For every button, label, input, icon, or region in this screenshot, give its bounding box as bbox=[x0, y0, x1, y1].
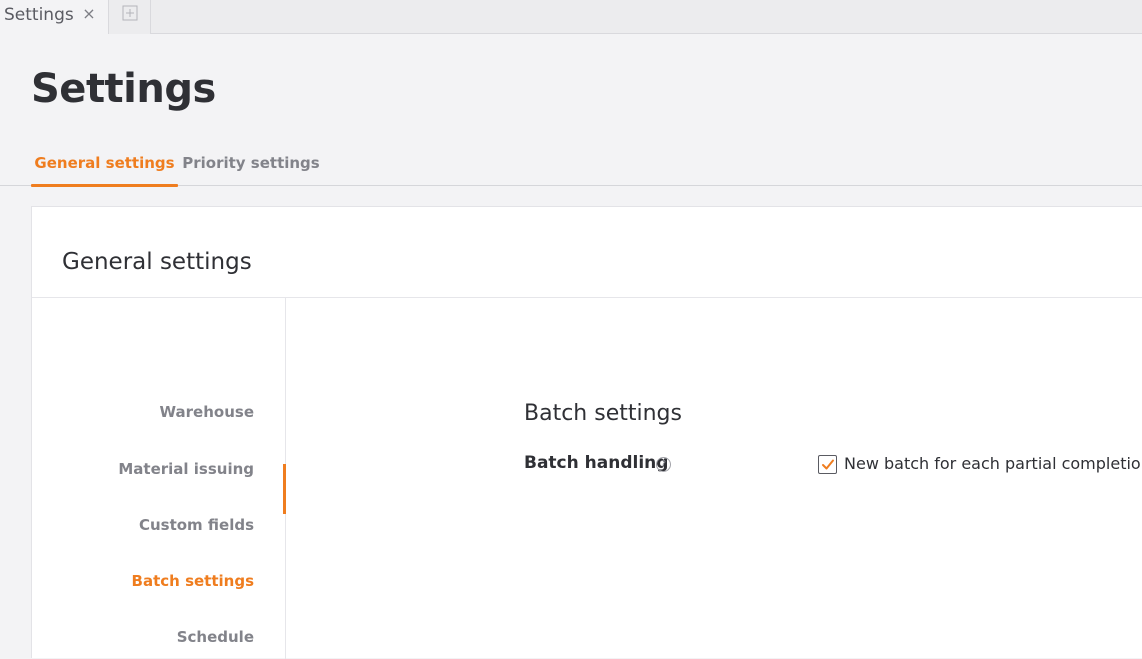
batch-handling-label: Batch handling bbox=[524, 453, 669, 473]
new-batch-checkbox[interactable] bbox=[818, 455, 837, 474]
side-nav-item-batch-settings[interactable]: Batch settings bbox=[132, 569, 254, 593]
section-title: Batch settings bbox=[524, 401, 682, 426]
side-nav-item-schedule[interactable]: Schedule bbox=[177, 625, 254, 649]
settings-tab-bar: General settings Priority settings bbox=[0, 140, 1142, 187]
document-tab-label: Settings bbox=[4, 5, 74, 25]
new-tab-icon bbox=[122, 5, 138, 21]
side-nav-item-material-issuing[interactable]: Material issuing bbox=[118, 457, 254, 481]
general-settings-card: General settings Warehouse Material issu… bbox=[31, 206, 1142, 659]
side-nav-item-custom-fields[interactable]: Custom fields bbox=[139, 513, 254, 537]
help-icon[interactable]: ? bbox=[656, 457, 671, 472]
card-title: General settings bbox=[62, 249, 252, 275]
checkmark-icon bbox=[822, 459, 834, 470]
new-tab-button[interactable] bbox=[109, 0, 151, 34]
new-batch-checkbox-label[interactable]: New batch for each partial completion bbox=[844, 454, 1142, 473]
tab-general-settings[interactable]: General settings bbox=[31, 140, 178, 187]
close-icon[interactable]: × bbox=[80, 4, 98, 24]
window-tab-strip: Settings × bbox=[0, 0, 1142, 34]
settings-document-tab[interactable]: Settings × bbox=[0, 0, 109, 34]
settings-side-nav: Warehouse Material issuing Custom fields… bbox=[32, 298, 286, 659]
page-title: Settings bbox=[31, 66, 216, 112]
tab-priority-settings[interactable]: Priority settings bbox=[178, 140, 324, 186]
side-nav-item-warehouse[interactable]: Warehouse bbox=[160, 400, 254, 424]
active-nav-indicator bbox=[283, 464, 286, 514]
